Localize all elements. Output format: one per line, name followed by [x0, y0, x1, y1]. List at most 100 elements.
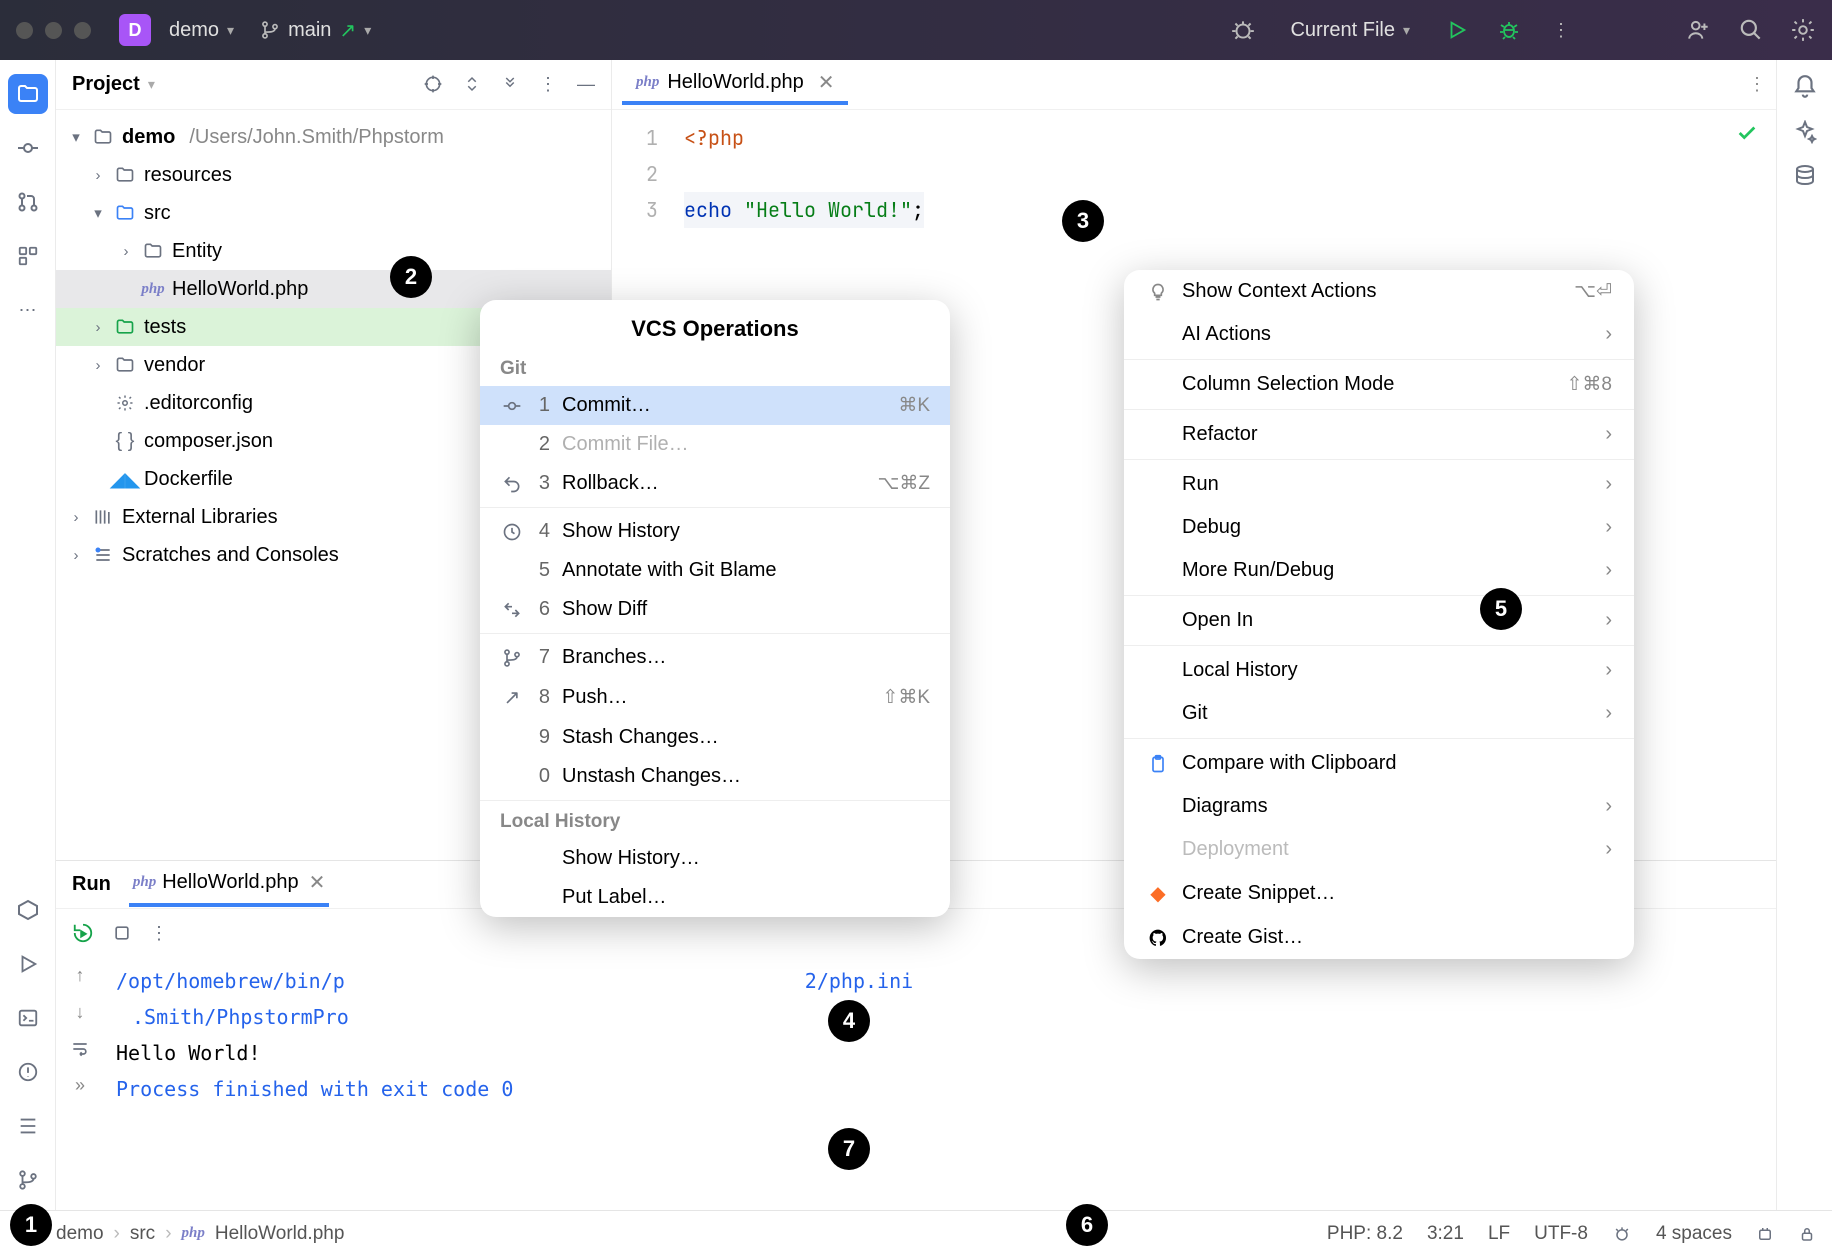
settings-icon[interactable]	[1790, 17, 1816, 43]
locate-icon[interactable]	[423, 74, 443, 95]
inspection-icon[interactable]	[1612, 1224, 1632, 1244]
ctx-item-run[interactable]: Run›	[1124, 463, 1634, 506]
ctx-item-snippet[interactable]: ◆Create Snippet…	[1124, 871, 1634, 916]
tree-label: src	[144, 202, 171, 225]
database-icon[interactable]	[1793, 164, 1817, 188]
ctx-item-context-actions[interactable]: Show Context Actions⌥⏎	[1124, 270, 1634, 313]
vcs-item-lh-put[interactable]: Put Label…	[480, 878, 950, 917]
collapse-all-icon[interactable]	[501, 74, 519, 95]
more-icon[interactable]: ⋮	[539, 74, 557, 95]
up-icon[interactable]: ↑	[76, 965, 85, 986]
problems-button[interactable]	[8, 1052, 48, 1092]
search-icon[interactable]	[1738, 17, 1764, 43]
vcs-item-push[interactable]: ↗8Push…⇧⌘K	[480, 677, 950, 718]
tree-item[interactable]: ›resources	[56, 156, 611, 194]
hide-icon[interactable]: —	[577, 74, 595, 95]
ctx-item-local-history[interactable]: Local History›	[1124, 649, 1634, 692]
vcs-item-annotate[interactable]: 5Annotate with Git Blame	[480, 551, 950, 590]
branch-selector[interactable]: main ↗ ▾	[252, 14, 379, 47]
close-icon[interactable]: ✕	[818, 70, 835, 95]
vcs-item-diff[interactable]: 6Show Diff	[480, 590, 950, 629]
vcs-item-stash[interactable]: 9Stash Changes…	[480, 718, 950, 757]
vcs-item-commit[interactable]: 1Commit…⌘K	[480, 386, 950, 425]
tree-root[interactable]: ▾ demo /Users/John.Smith/Phpstorm	[56, 118, 611, 156]
ctx-item-col-sel[interactable]: Column Selection Mode⇧⌘8	[1124, 363, 1634, 406]
terminal-button[interactable]	[8, 998, 48, 1038]
minimize-window[interactable]	[45, 22, 62, 39]
run-config-selector[interactable]: Current File ▾	[1282, 15, 1418, 46]
pull-requests-button[interactable]	[8, 182, 48, 222]
inspection-ok-icon[interactable]	[1736, 122, 1758, 144]
file-encoding[interactable]: UTF-8	[1534, 1223, 1588, 1245]
close-window[interactable]	[16, 22, 33, 39]
vcs-item-branches[interactable]: 7Branches…	[480, 638, 950, 677]
vcs-item-unstash[interactable]: 0Unstash Changes…	[480, 757, 950, 796]
project-badge[interactable]: D	[119, 14, 151, 46]
vcs-item-lh-show[interactable]: Show History…	[480, 839, 950, 878]
more-tools-button[interactable]: ⋯	[8, 290, 48, 330]
notifications-icon[interactable]	[1792, 74, 1818, 100]
crumb[interactable]: src	[130, 1223, 155, 1245]
commit-tool-button[interactable]	[8, 128, 48, 168]
crumb[interactable]: demo	[56, 1223, 104, 1245]
ctx-item-git[interactable]: Git›	[1124, 692, 1634, 735]
more-icon[interactable]: ⋮	[1548, 17, 1574, 43]
stop-icon[interactable]	[112, 923, 132, 943]
structure-tool-button[interactable]	[8, 236, 48, 276]
memory-icon[interactable]	[1756, 1225, 1774, 1243]
run-output[interactable]: /opt/homebrew/bin/p2/php.ini .Smith/Phps…	[104, 957, 1776, 1210]
rerun-icon[interactable]	[72, 922, 94, 944]
chevron-right-icon: ›	[1605, 473, 1612, 496]
callout-3: 3	[1062, 200, 1104, 242]
vcs-item-rollback[interactable]: 3Rollback…⌥⌘Z	[480, 464, 950, 503]
ctx-item-compare[interactable]: Compare with Clipboard	[1124, 742, 1634, 785]
editor-tab[interactable]: php HelloWorld.php ✕	[622, 64, 848, 105]
ai-assistant-icon[interactable]	[1793, 120, 1817, 144]
php-file-icon: php	[142, 281, 164, 298]
tree-item[interactable]: ›Entity	[56, 232, 611, 270]
line-separator[interactable]: LF	[1488, 1223, 1510, 1245]
run-config-tab[interactable]: php HelloWorld.php ✕	[129, 862, 329, 907]
run-file-name: HelloWorld.php	[162, 871, 298, 894]
ctx-item-ai[interactable]: AI Actions›	[1124, 313, 1634, 356]
vcs-item-history[interactable]: 4Show History	[480, 512, 950, 551]
zoom-window[interactable]	[74, 22, 91, 39]
ctx-item-refactor[interactable]: Refactor›	[1124, 413, 1634, 456]
project-tool-button[interactable]	[8, 74, 48, 114]
commit-icon	[500, 396, 524, 416]
caret-position[interactable]: 3:21	[1427, 1223, 1464, 1245]
ctx-item-gist[interactable]: Create Gist…	[1124, 916, 1634, 959]
bug-toolbar-icon[interactable]	[1230, 17, 1256, 43]
down-icon[interactable]: ↓	[76, 1002, 85, 1023]
folder-icon	[92, 127, 114, 147]
item-label: Show Diff	[562, 598, 647, 621]
vcs-tool-button[interactable]	[8, 1160, 48, 1200]
todo-button[interactable]	[8, 1106, 48, 1146]
lock-icon[interactable]	[1798, 1225, 1816, 1243]
tree-item[interactable]: ▾src	[56, 194, 611, 232]
ctx-item-open-in[interactable]: Open In›	[1124, 599, 1634, 642]
code-with-me-icon[interactable]	[1686, 17, 1712, 43]
indent-setting[interactable]: 4 spaces	[1656, 1223, 1732, 1245]
item-label: Create Gist…	[1182, 926, 1303, 949]
ctx-item-more-run[interactable]: More Run/Debug›	[1124, 549, 1634, 592]
item-label: Deployment	[1182, 838, 1289, 861]
chevron-down-icon[interactable]: ▾	[148, 76, 155, 93]
tree-label: tests	[144, 316, 186, 339]
close-icon[interactable]: ✕	[309, 870, 326, 895]
expand-collapse-icon[interactable]	[463, 74, 481, 95]
more-icon[interactable]: ⋮	[1748, 74, 1766, 95]
breadcrumb[interactable]: demo › src › php HelloWorld.php	[56, 1223, 344, 1245]
debug-icon[interactable]	[1496, 17, 1522, 43]
ctx-item-diagrams[interactable]: Diagrams›	[1124, 785, 1634, 828]
ctx-item-debug[interactable]: Debug›	[1124, 506, 1634, 549]
scroll-to-end-icon[interactable]: »	[75, 1075, 85, 1096]
soft-wrap-icon[interactable]	[70, 1039, 90, 1059]
php-version[interactable]: PHP: 8.2	[1327, 1223, 1403, 1245]
run-icon[interactable]	[1444, 17, 1470, 43]
services-button[interactable]	[8, 890, 48, 930]
crumb[interactable]: HelloWorld.php	[215, 1223, 345, 1245]
more-icon[interactable]: ⋮	[150, 923, 168, 944]
project-selector[interactable]: demo ▾	[161, 15, 242, 46]
run-tool-button[interactable]	[8, 944, 48, 984]
